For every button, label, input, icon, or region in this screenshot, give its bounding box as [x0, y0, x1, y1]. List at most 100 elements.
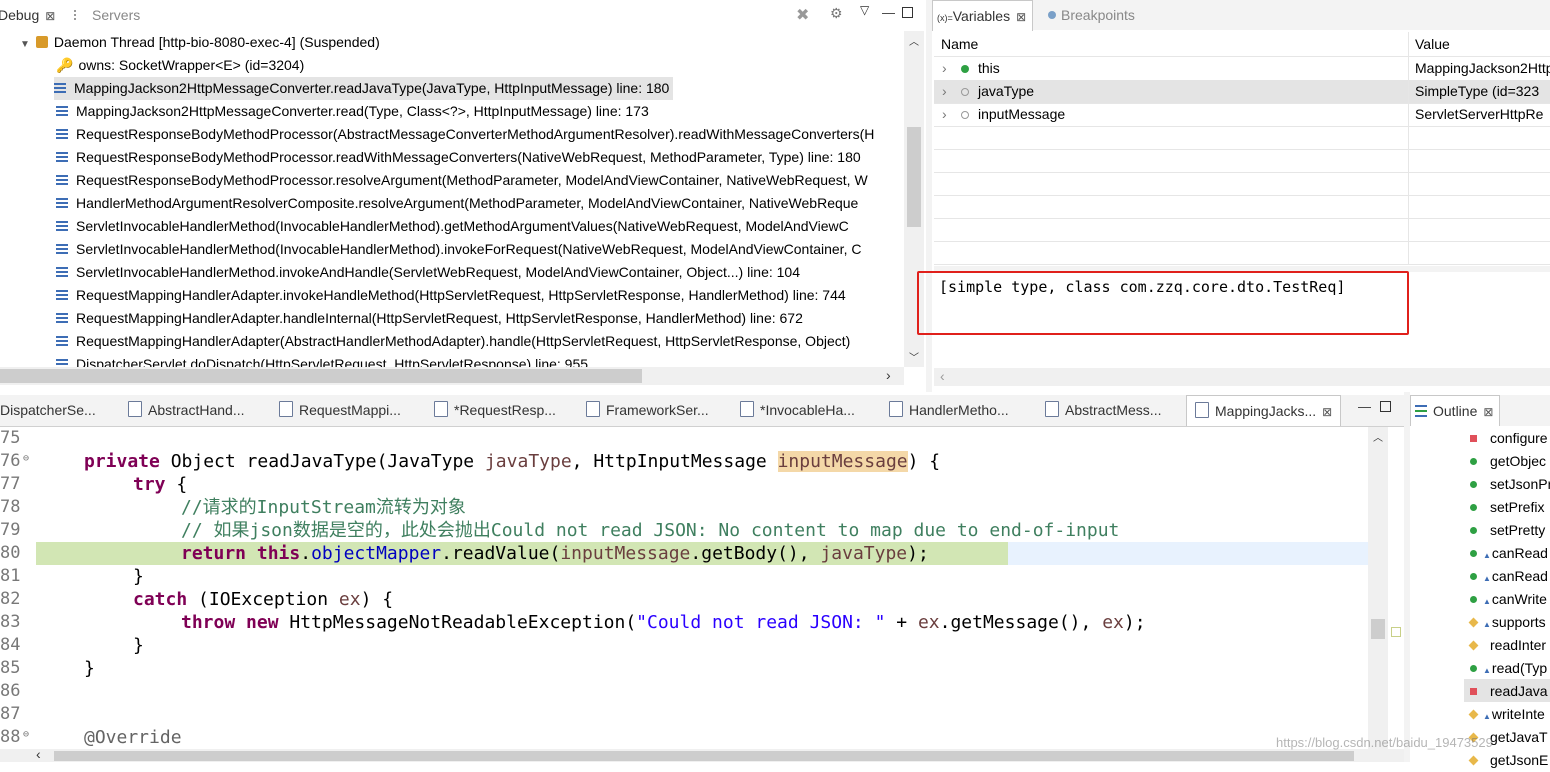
stack-frame[interactable]: RequestMappingHandlerAdapter.invokeHandl…: [56, 284, 846, 307]
code-line: }: [133, 635, 144, 656]
column-name[interactable]: Name: [941, 32, 978, 56]
view-menu-icon[interactable]: ▽: [860, 3, 869, 17]
debug-hscrollbar[interactable]: ›: [0, 367, 904, 385]
outline-item[interactable]: getObjec: [1466, 450, 1546, 473]
thread-node[interactable]: ▼ Daemon Thread [http-bio-8080-exec-4] (S…: [20, 31, 380, 54]
editor-tab[interactable]: DispatcherSe...: [0, 395, 96, 425]
editor-hscrollbar[interactable]: ‹: [0, 746, 1404, 762]
remove-all-terminated-icon[interactable]: ✖: [796, 5, 809, 25]
fold-icon[interactable]: ⊖: [23, 453, 29, 464]
outline-item[interactable]: setPrefix: [1466, 496, 1544, 519]
editor-tab[interactable]: AbstractHand...: [128, 395, 245, 425]
stack-frame[interactable]: RequestResponseBodyMethodProcessor(Abstr…: [56, 123, 874, 146]
java-file-icon: [1195, 402, 1209, 418]
scroll-thumb[interactable]: [54, 751, 1354, 761]
column-value[interactable]: Value: [1408, 32, 1450, 56]
variable-row[interactable]: › this MappingJackson2Http: [934, 57, 1550, 81]
tab-outline-label: Outline: [1433, 403, 1478, 419]
outline-item[interactable]: setPretty: [1466, 519, 1545, 542]
outline-item[interactable]: ▲supports: [1466, 611, 1546, 634]
outline-item[interactable]: configure: [1466, 427, 1548, 450]
chevron-right-icon[interactable]: ›: [942, 80, 947, 103]
close-icon[interactable]: ⊠: [1483, 405, 1493, 419]
scroll-right-icon[interactable]: ›: [886, 367, 891, 383]
close-icon[interactable]: ⊠: [1322, 405, 1332, 419]
outline-item[interactable]: readInter: [1466, 634, 1546, 657]
tab-variables[interactable]: (x)=Variables ⊠: [932, 0, 1034, 31]
stack-frame[interactable]: ServletInvocableHandlerMethod.invokeAndH…: [56, 261, 800, 284]
outline-item[interactable]: ▲read(Typ: [1466, 657, 1547, 680]
outline-item[interactable]: ▲writeInte: [1466, 703, 1545, 726]
chevron-right-icon[interactable]: ›: [942, 57, 947, 80]
stack-frame[interactable]: RequestMappingHandlerAdapter(AbstractHan…: [56, 330, 850, 353]
stack-frame-icon: [56, 244, 68, 254]
stack-frame-icon: [54, 83, 66, 93]
line-number: 75: [0, 428, 21, 448]
editor-tab-active[interactable]: MappingJacks... ⊠: [1186, 395, 1342, 426]
java-file-icon: [279, 401, 293, 417]
variables-hscrollbar[interactable]: ‹: [934, 368, 1550, 386]
editor-tab[interactable]: RequestMappi...: [279, 395, 401, 425]
chevron-down-icon[interactable]: ▼: [20, 39, 30, 50]
debug-toolbar: ✖ ⚙ ▽ —: [796, 3, 920, 25]
variable-row[interactable]: › javaType SimpleType (id=323: [934, 80, 1550, 104]
scroll-thumb[interactable]: [907, 127, 921, 227]
tab-servers[interactable]: Servers: [74, 0, 140, 30]
scroll-down-icon[interactable]: ﹀: [909, 349, 919, 364]
maximize-icon[interactable]: [902, 7, 913, 18]
tab-breakpoints[interactable]: Breakpoints: [1048, 0, 1135, 30]
owns-node[interactable]: 🔑 owns: SocketWrapper<E> (id=3204): [56, 54, 304, 77]
scroll-up-icon[interactable]: ︿: [1373, 429, 1383, 444]
variable-name: inputMessage: [978, 106, 1066, 122]
tab-breakpoints-label: Breakpoints: [1061, 7, 1135, 23]
stack-frame[interactable]: HandlerMethodArgumentResolverComposite.r…: [56, 192, 858, 215]
stack-frame[interactable]: ServletInvocableHandlerMethod(InvocableH…: [56, 215, 849, 238]
stack-frame[interactable]: RequestMappingHandlerAdapter.handleInter…: [56, 307, 803, 330]
outline-item-selected[interactable]: readJava: [1466, 680, 1548, 703]
debug-tab-bar: Debug ⊠ Servers ✖ ⚙ ▽ —: [0, 0, 926, 30]
scroll-thumb[interactable]: [1371, 619, 1385, 639]
variable-row[interactable]: › inputMessage ServletServerHttpRe: [934, 103, 1550, 127]
maximize-icon[interactable]: [1380, 401, 1391, 412]
minimize-icon[interactable]: —: [1358, 399, 1371, 414]
outline-item[interactable]: setJsonPr: [1466, 473, 1550, 496]
outline-item[interactable]: getJsonE: [1466, 749, 1548, 772]
close-icon[interactable]: ⊠: [45, 9, 55, 23]
stack-frame[interactable]: MappingJackson2HttpMessageConverter.read…: [54, 77, 674, 100]
override-marker-icon: ▲: [1483, 712, 1491, 721]
tab-outline[interactable]: Outline ⊠: [1410, 395, 1501, 426]
stack-frame[interactable]: RequestResponseBodyMethodProcessor.readW…: [56, 146, 861, 169]
chevron-right-icon[interactable]: ›: [942, 103, 947, 126]
outline-item[interactable]: ▲canRead: [1466, 542, 1548, 565]
scroll-left-icon[interactable]: ‹: [940, 368, 945, 384]
editor-tab[interactable]: FrameworkSer...: [586, 395, 709, 425]
editor-tab[interactable]: AbstractMess...: [1045, 395, 1161, 425]
scroll-left-icon[interactable]: ‹: [36, 746, 41, 762]
outline-item[interactable]: ▲canRead: [1466, 565, 1548, 588]
java-file-icon: [586, 401, 600, 417]
minimize-icon[interactable]: —: [882, 5, 895, 20]
editor-vscrollbar[interactable]: ︿: [1368, 427, 1388, 749]
editor-tab-label: HandlerMetho...: [909, 402, 1009, 418]
tab-variables-label: Variables: [952, 8, 1011, 24]
stack-frame[interactable]: ServletInvocableHandlerMethod(InvocableH…: [56, 238, 861, 261]
outline-item[interactable]: ▲canWrite: [1466, 588, 1547, 611]
stack-frame[interactable]: RequestResponseBodyMethodProcessor.resol…: [56, 169, 868, 192]
stack-frame-label: DispatcherServlet.doDispatch(HttpServlet…: [76, 356, 589, 367]
stack-frame[interactable]: DispatcherServlet.doDispatch(HttpServlet…: [56, 353, 588, 367]
tab-debug[interactable]: Debug ⊠: [0, 0, 64, 30]
editor-tab[interactable]: HandlerMetho...: [889, 395, 1009, 425]
scroll-thumb[interactable]: [0, 369, 642, 383]
scroll-up-icon[interactable]: ︿: [909, 33, 919, 48]
editor-tab-label: *InvocableHa...: [760, 402, 855, 418]
connect-icon[interactable]: ⚙: [830, 5, 843, 22]
fold-icon[interactable]: ⊖: [23, 729, 29, 740]
stack-frame[interactable]: MappingJackson2HttpMessageConverter.read…: [56, 100, 649, 123]
editor-tab[interactable]: *InvocableHa...: [740, 395, 855, 425]
close-icon[interactable]: ⊠: [1016, 10, 1026, 24]
code-line: }: [133, 566, 144, 587]
outline-item-label: canWrite: [1491, 591, 1547, 607]
editor-tab[interactable]: *RequestResp...: [434, 395, 556, 425]
override-marker-icon: ▲: [1483, 574, 1491, 583]
code-editor[interactable]: 75 76 ⊖ 77 78 79 80 81 82 83 84 85 86 87…: [0, 427, 1368, 749]
